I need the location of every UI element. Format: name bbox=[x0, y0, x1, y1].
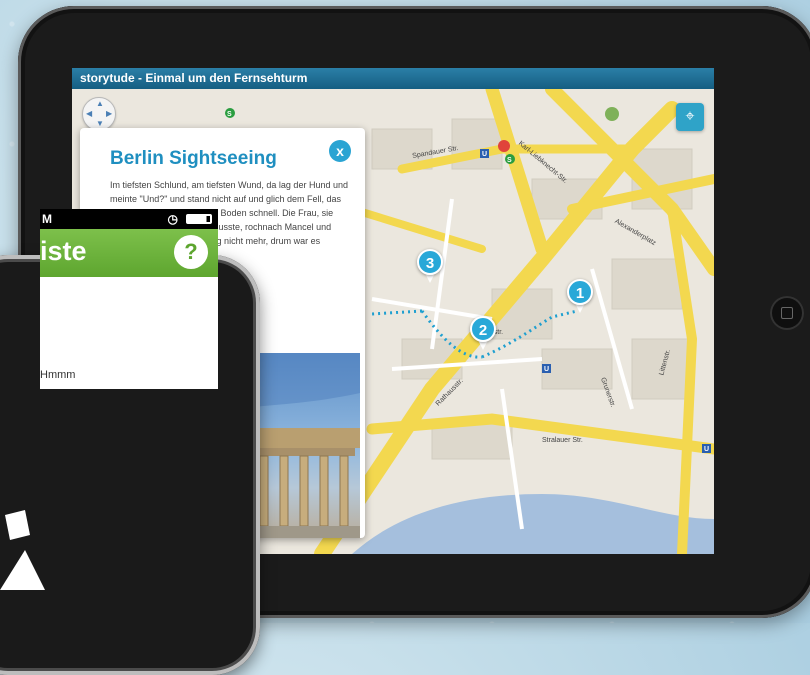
home-button[interactable] bbox=[770, 296, 804, 330]
phone-status-bar: M ◷ bbox=[40, 209, 218, 229]
pin-number: 2 bbox=[470, 316, 496, 342]
pan-control-icon[interactable]: ▲ ▼ ◀ ▶ bbox=[82, 97, 116, 131]
close-button[interactable]: x bbox=[329, 140, 351, 162]
svg-text:S: S bbox=[507, 157, 512, 164]
panel-title: Berlin Sightseeing bbox=[110, 148, 277, 169]
clock-icon: ◷ bbox=[167, 212, 178, 226]
location-pin-icon[interactable]: ⌖ bbox=[676, 103, 704, 131]
svg-text:U: U bbox=[544, 366, 549, 373]
map-pin[interactable]: 2 bbox=[470, 316, 496, 352]
pin-number: 1 bbox=[567, 279, 593, 305]
map-pin[interactable]: 1 bbox=[567, 279, 593, 315]
status-time: M bbox=[42, 212, 52, 226]
street-label: Stralauer Str. bbox=[542, 437, 583, 444]
phone-screen: M ◷ iste ? Hmmm bbox=[40, 209, 218, 389]
phone-header: iste ? bbox=[40, 229, 218, 277]
app-logo-icon bbox=[0, 510, 45, 590]
svg-text:S: S bbox=[227, 111, 232, 118]
list-item[interactable]: Hmmm bbox=[40, 369, 75, 381]
battery-icon bbox=[186, 214, 212, 224]
svg-text:U: U bbox=[704, 446, 709, 453]
help-button[interactable]: ? bbox=[174, 235, 208, 269]
map-pin[interactable]: 3 bbox=[417, 249, 443, 285]
svg-text:U: U bbox=[482, 151, 487, 158]
app-title-bar: storytude - Einmal um den Fernsehturm bbox=[72, 68, 714, 89]
pin-number: 3 bbox=[417, 249, 443, 275]
screen-title: iste bbox=[40, 236, 87, 266]
